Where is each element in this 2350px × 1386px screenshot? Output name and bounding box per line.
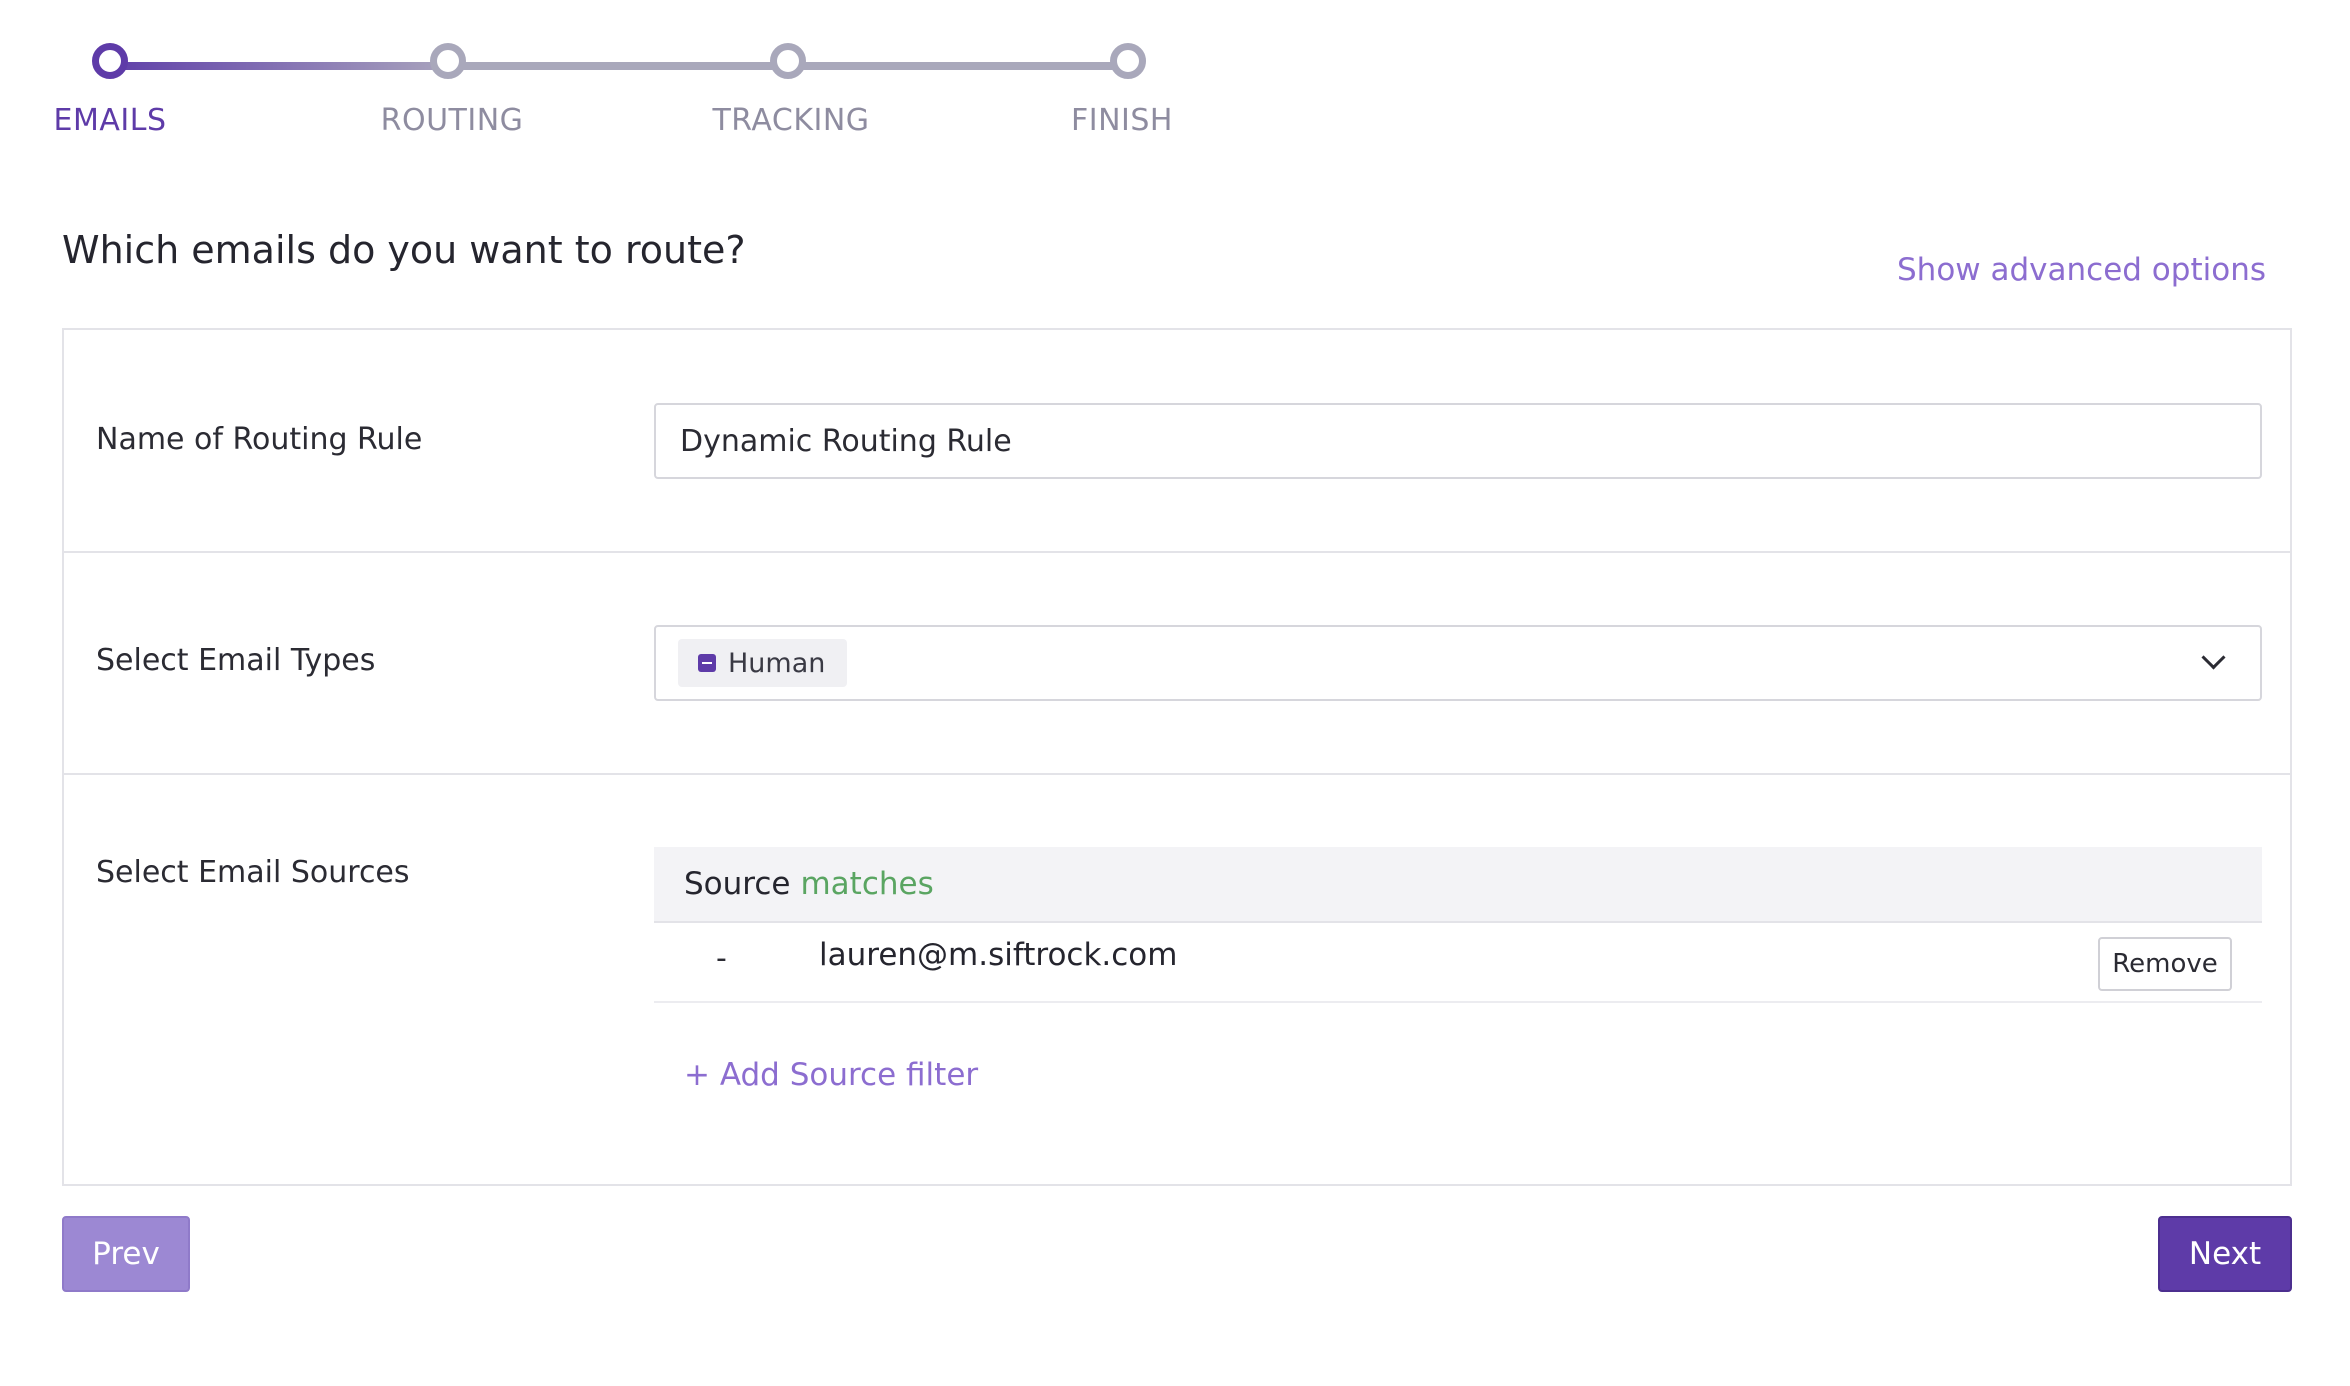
step-routing-label[interactable]: ROUTING xyxy=(381,103,524,138)
wizard-stepper: EMAILS ROUTING TRACKING FINISH xyxy=(0,0,1250,160)
step-finish-label[interactable]: FINISH xyxy=(1071,103,1173,138)
step-finish-indicator[interactable] xyxy=(1110,43,1146,79)
email-types-row: Select Email Types Human xyxy=(64,553,2290,775)
step-emails-indicator[interactable] xyxy=(92,43,128,79)
remove-source-button[interactable]: Remove xyxy=(2098,937,2232,991)
prev-button[interactable]: Prev xyxy=(62,1216,190,1292)
stepper-connector xyxy=(450,62,790,70)
rule-form-card: Name of Routing Rule Select Email Types … xyxy=(62,328,2292,1186)
source-filter-value: lauren@m.siftrock.com xyxy=(819,937,1178,973)
email-sources-row: Select Email Sources Source matches - la… xyxy=(64,775,2290,1186)
tag-label: Human xyxy=(728,647,826,679)
rule-name-input[interactable] xyxy=(654,403,2262,479)
email-types-label: Select Email Types xyxy=(96,643,376,678)
routing-rule-wizard: EMAILS ROUTING TRACKING FINISH Which ema… xyxy=(0,0,2350,1386)
step-emails-label[interactable]: EMAILS xyxy=(54,103,167,138)
page-title: Which emails do you want to route? xyxy=(62,228,746,272)
add-source-filter-link[interactable]: + Add Source filter xyxy=(684,1057,978,1093)
stepper-connector xyxy=(790,62,1130,70)
step-tracking-label[interactable]: TRACKING xyxy=(712,103,869,138)
next-button[interactable]: Next xyxy=(2158,1216,2292,1292)
show-advanced-options-link[interactable]: Show advanced options xyxy=(1897,252,2266,288)
rule-name-row: Name of Routing Rule xyxy=(64,330,2290,553)
email-types-select[interactable]: Human xyxy=(654,625,2262,701)
stepper-connector xyxy=(110,62,450,70)
source-filters-table: Source matches - lauren@m.siftrock.com R… xyxy=(654,847,2262,1093)
step-tracking-indicator[interactable] xyxy=(770,43,806,79)
source-filters-header: Source matches xyxy=(654,847,2262,923)
step-routing-indicator[interactable] xyxy=(430,43,466,79)
tag-remove-icon[interactable] xyxy=(698,654,716,672)
source-filter-row: - lauren@m.siftrock.com Remove xyxy=(654,923,2262,1003)
rule-name-label: Name of Routing Rule xyxy=(96,422,423,457)
email-sources-label: Select Email Sources xyxy=(96,855,410,890)
row-marker: - xyxy=(716,941,727,976)
filter-operator-label: matches xyxy=(800,866,934,902)
chevron-down-icon[interactable] xyxy=(2201,645,2226,670)
selected-type-tag: Human xyxy=(678,639,848,687)
filter-field-label: Source xyxy=(684,866,791,902)
